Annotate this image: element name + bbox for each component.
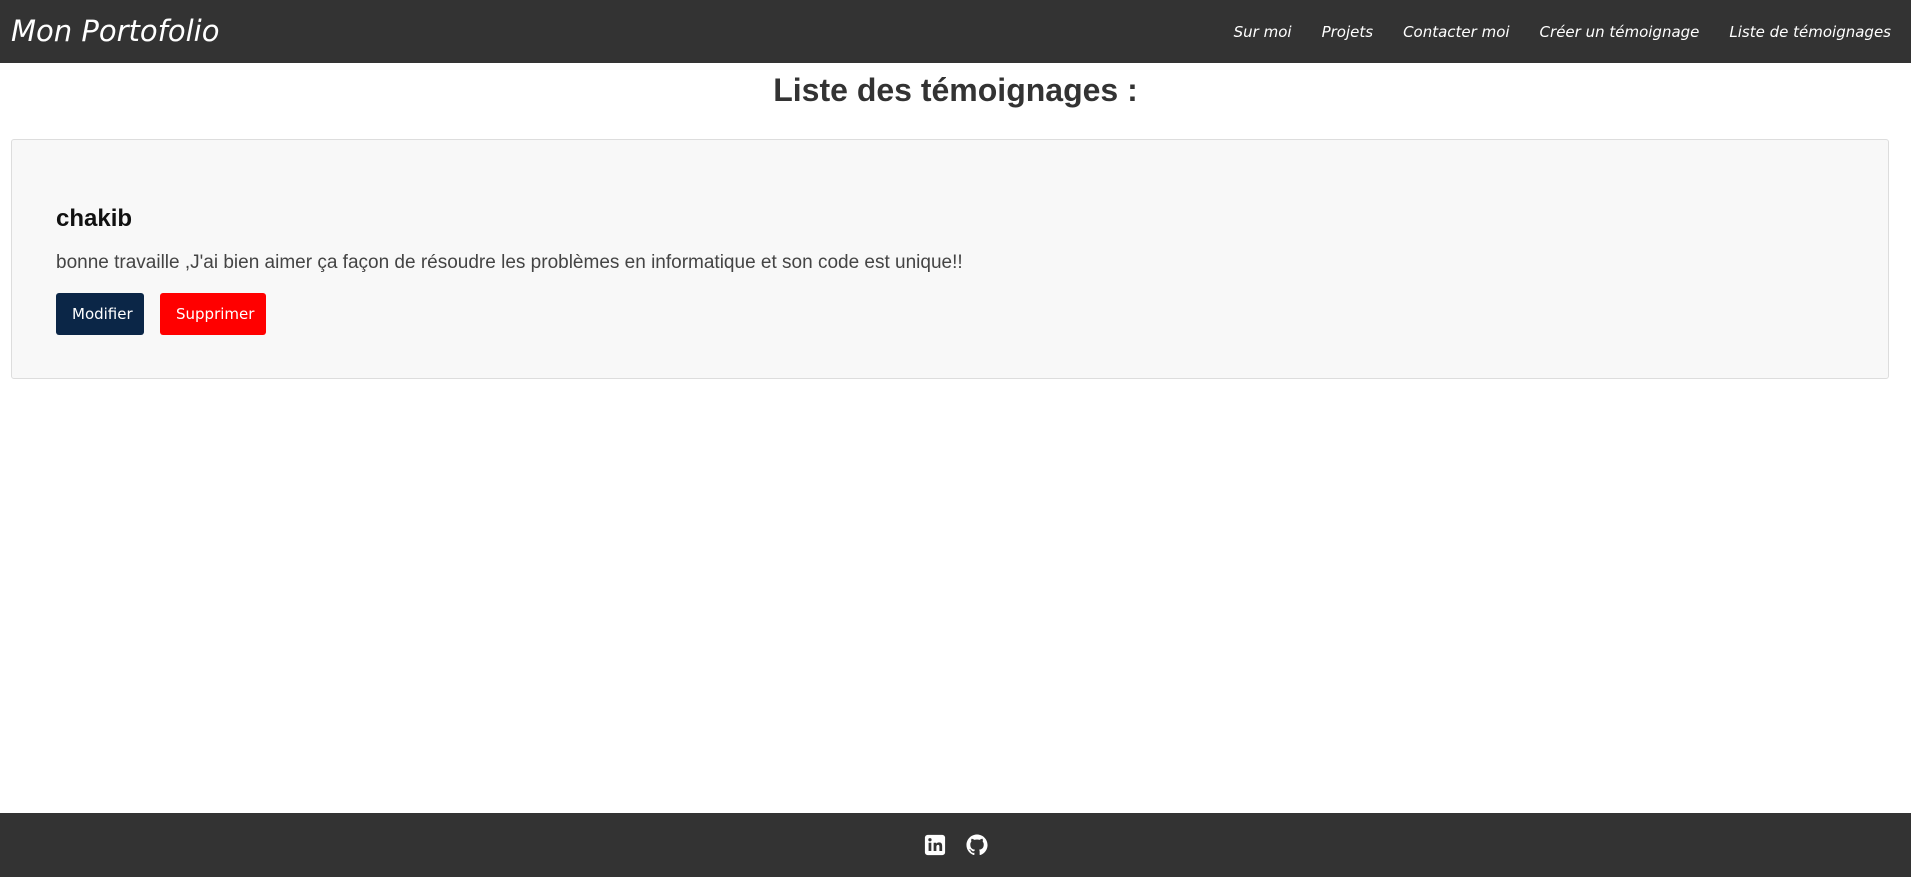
brand-logo[interactable]: Mon Portofolio bbox=[11, 12, 219, 50]
page-title: Liste des témoignages : bbox=[773, 72, 1138, 108]
footer bbox=[0, 813, 1911, 877]
nav-link-sur-moi[interactable]: Sur moi bbox=[1234, 23, 1292, 41]
nav-links: Sur moi Projets Contacter moi Créer un t… bbox=[1204, 0, 1891, 63]
navbar: Mon Portofolio Sur moi Projets Contacter… bbox=[0, 0, 1911, 63]
nav-link-liste-temoignages[interactable]: Liste de témoignages bbox=[1729, 23, 1891, 41]
nav-link-contacter-moi[interactable]: Contacter moi bbox=[1403, 23, 1509, 41]
edit-button[interactable]: Modifier bbox=[56, 293, 144, 335]
testimonial-card: chakib bonne travaille ,J'ai bien aimer … bbox=[11, 139, 1889, 379]
nav-link-creer-temoignage[interactable]: Créer un témoignage bbox=[1540, 23, 1700, 41]
testimonial-text: bonne travaille ,J'ai bien aimer ça faço… bbox=[56, 252, 963, 273]
linkedin-icon[interactable] bbox=[924, 834, 946, 856]
github-icon[interactable] bbox=[965, 834, 988, 856]
footer-social-links bbox=[0, 813, 1911, 877]
testimonial-author: chakib bbox=[56, 205, 133, 232]
delete-button[interactable]: Supprimer bbox=[160, 293, 266, 335]
nav-link-projets[interactable]: Projets bbox=[1322, 23, 1373, 41]
